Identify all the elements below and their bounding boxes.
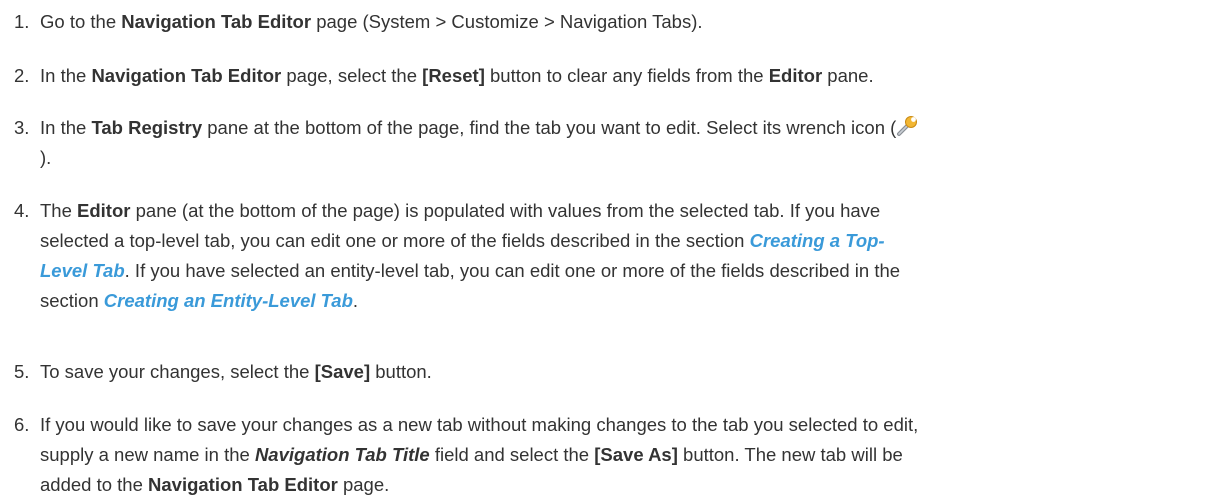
text: ). [40, 147, 52, 168]
text: In the [40, 65, 92, 86]
bold-term: Editor [77, 200, 131, 221]
text: . If you have selected an entity-level t… [124, 260, 901, 281]
text: section [40, 290, 104, 311]
bold-term: Navigation Tab Editor [148, 474, 338, 495]
step-text: If you would like to save your changes a… [40, 410, 1218, 500]
text: pane (at the bottom of the page) is popu… [130, 200, 881, 221]
section-link-top-level-tab[interactable]: Creating a Top- [750, 230, 885, 251]
bold-term: Navigation Tab Editor [121, 11, 312, 32]
text: Go to the [40, 11, 122, 32]
step-number: 2. [14, 65, 30, 86]
step-number: 3. [14, 117, 30, 138]
step-number: 4. [14, 200, 30, 221]
text: supply a new name in the [40, 444, 255, 465]
text: pane at the bottom of the page, find the… [202, 117, 897, 138]
text: The [40, 200, 78, 221]
text: added to the [40, 474, 149, 495]
bold-term: Tab Registry [91, 117, 203, 138]
section-link-top-level-tab[interactable]: Level Tab [40, 260, 125, 281]
field-name: Navigation Tab Title [254, 444, 430, 465]
step-text: In the Navigation Tab Editor page, selec… [40, 61, 1218, 91]
step-text: The Editor pane (at the bottom of the pa… [40, 196, 1218, 316]
bold-term: [Save] [314, 361, 371, 382]
text: field and select the [429, 444, 595, 465]
text: . [352, 290, 359, 311]
bold-term: [Reset] [422, 65, 485, 86]
step-number: 6. [14, 414, 30, 435]
text: button. The new tab will be [677, 444, 903, 465]
text: page, select the [281, 65, 423, 86]
text: page. [337, 474, 390, 495]
step-number: 1. [14, 11, 30, 32]
bold-term: Navigation Tab Editor [91, 65, 282, 86]
bold-term: Editor [768, 65, 823, 86]
text: If you would like to save your changes a… [40, 414, 919, 435]
text: pane. [822, 65, 874, 86]
wrench-icon [896, 115, 918, 137]
step-text: Go to the Navigation Tab Editor page (Sy… [40, 7, 1218, 37]
text: selected a top-level tab, you can edit o… [40, 230, 750, 251]
text: page (System > Customize > Navigation Ta… [311, 11, 703, 32]
step-text: To save your changes, select the [Save] … [40, 357, 1218, 387]
step-text: In the Tab Registry pane at the bottom o… [40, 113, 1218, 173]
text: button to clear any fields from the [484, 65, 769, 86]
section-link-entity-level-tab[interactable]: Creating an Entity-Level Tab [104, 290, 353, 311]
step-number: 5. [14, 361, 30, 382]
text: In the [40, 117, 92, 138]
text: To save your changes, select the [40, 361, 315, 382]
bold-term: [Save As] [594, 444, 678, 465]
text: button. [370, 361, 432, 382]
